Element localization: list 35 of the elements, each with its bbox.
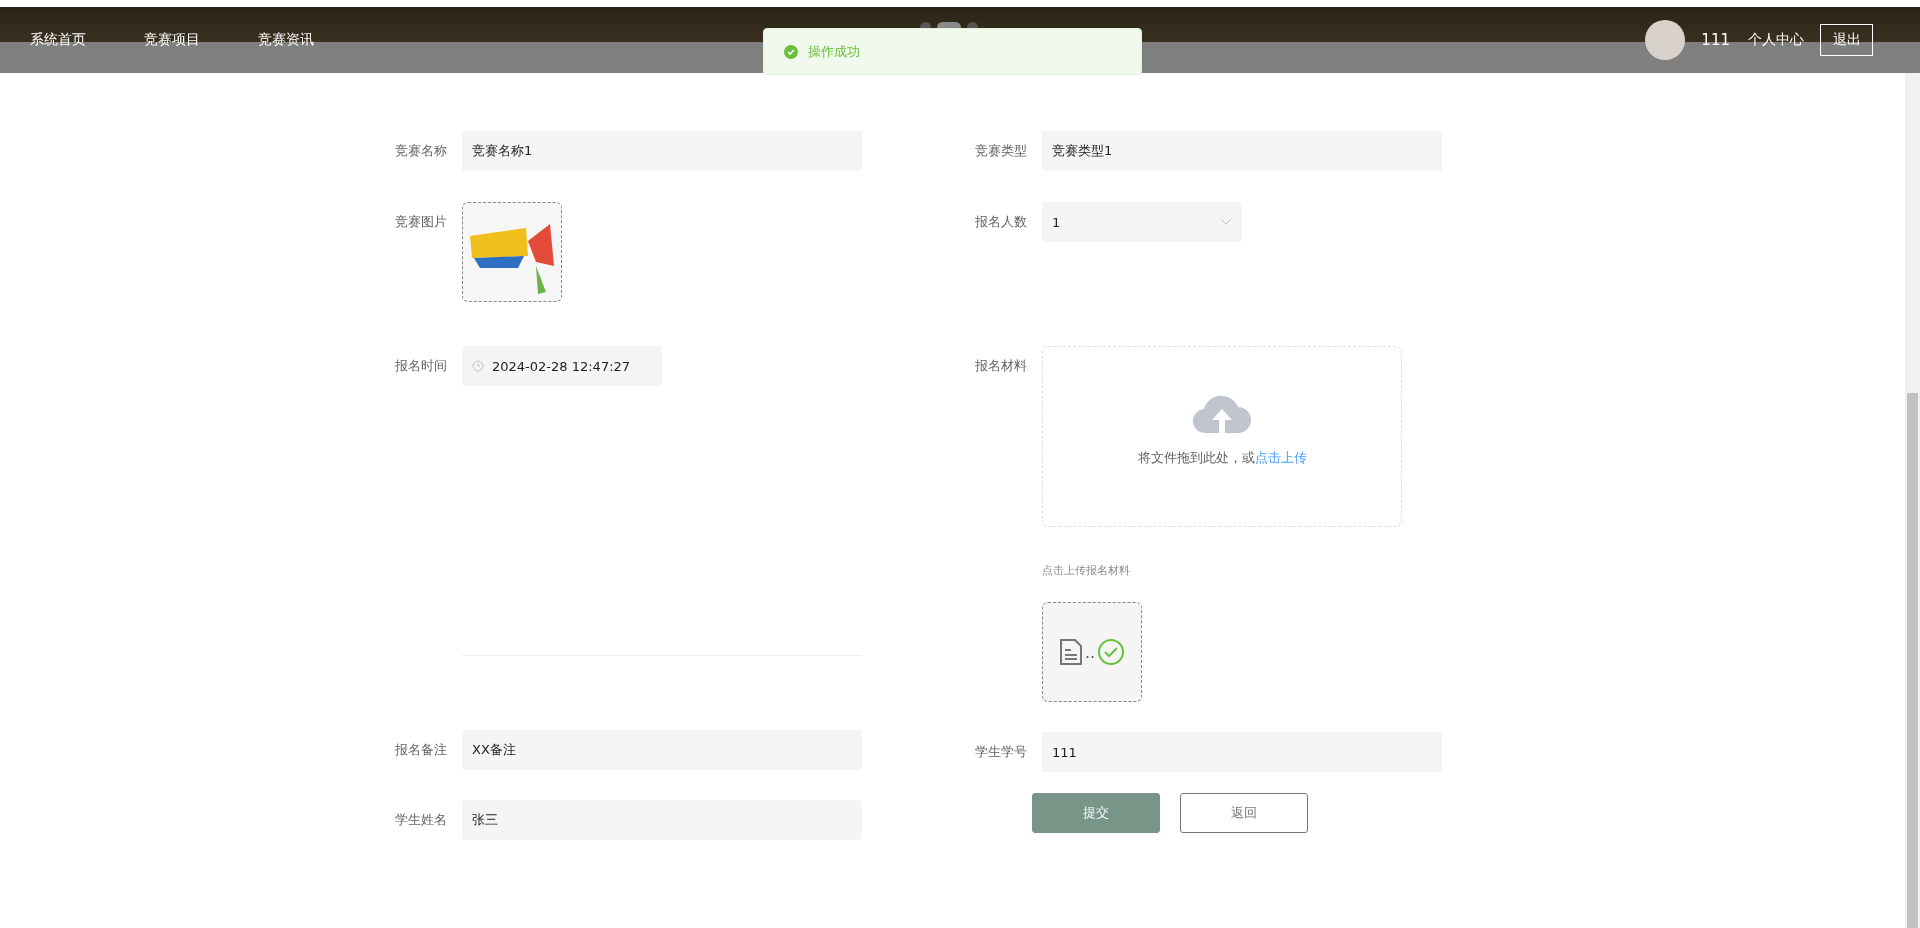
date-picker[interactable]: 2024-02-28 12:47:27 [462, 346, 662, 386]
input-field[interactable]: 111 [1042, 732, 1442, 772]
success-icon [784, 44, 798, 59]
avatar[interactable] [1645, 20, 1686, 60]
uploaded-file-card[interactable]: .. [1042, 602, 1142, 702]
select-field[interactable]: 1 [1042, 202, 1242, 242]
field-label: 报名时间 [395, 357, 448, 375]
field-label: 报名备注 [395, 741, 448, 759]
toast-message: 操作成功 [808, 42, 860, 61]
input-field[interactable]: 张三 [462, 800, 862, 840]
chevron-down-icon [1220, 218, 1232, 226]
input-field[interactable]: 竞赛名称1 [462, 131, 862, 171]
user-center-link[interactable]: 个人中心 [1748, 31, 1804, 49]
logout-button[interactable]: 退出 [1820, 24, 1873, 56]
field-label: 竞赛图片 [395, 213, 448, 231]
upload-hint: 将文件拖到此处，或点击上传 [1137, 449, 1307, 467]
nav-link[interactable]: 系统首页 [30, 31, 86, 49]
user-name: 111 [1701, 31, 1730, 49]
clock-icon [472, 360, 484, 372]
field-label: 报名人数 [975, 213, 1028, 231]
field-label: 学生姓名 [395, 811, 448, 829]
upload-dropzone[interactable]: 将文件拖到此处，或点击上传 [1042, 346, 1402, 527]
scrollbar-thumb[interactable] [1907, 393, 1918, 928]
file-name: .. [1084, 642, 1096, 662]
field-label: 竞赛类型 [975, 142, 1028, 160]
back-button[interactable]: 返回 [1180, 793, 1308, 833]
field-label: 竞赛名称 [395, 142, 448, 160]
field-label: 学生学号 [975, 743, 1028, 761]
field-label: 报名材料 [975, 357, 1028, 375]
nav-link[interactable]: 竞赛项目 [144, 31, 200, 49]
input-field[interactable]: 竞赛类型1 [1042, 131, 1442, 171]
input-field[interactable]: XX备注 [462, 730, 862, 770]
nav-link[interactable]: 竞赛资讯 [258, 31, 314, 49]
document-icon [1058, 638, 1083, 666]
upload-tip: 点击上传报名材料 [1042, 563, 1130, 578]
